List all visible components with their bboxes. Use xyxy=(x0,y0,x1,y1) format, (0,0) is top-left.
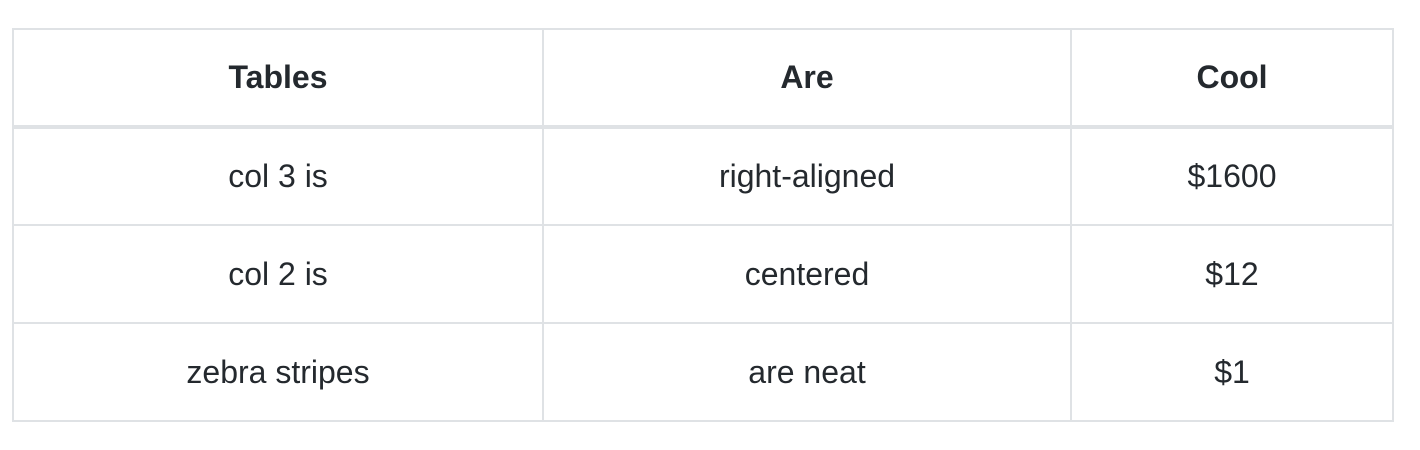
header-row: Tables Are Cool xyxy=(12,28,1394,129)
table-cell: $1 xyxy=(1070,322,1394,422)
table-cell: right-aligned xyxy=(542,126,1072,226)
markdown-table: Tables Are Cool col 3 is right-aligned $… xyxy=(12,28,1394,422)
table-row: col 3 is right-aligned $1600 xyxy=(12,126,1394,226)
table-cell: col 2 is xyxy=(12,224,544,324)
table-row: zebra stripes are neat $1 xyxy=(12,322,1394,422)
header-cell-tables: Tables xyxy=(12,28,544,129)
table-cell: col 3 is xyxy=(12,126,544,226)
header-cell-cool: Cool xyxy=(1070,28,1394,129)
table-cell: are neat xyxy=(542,322,1072,422)
table-body: col 3 is right-aligned $1600 col 2 is ce… xyxy=(12,126,1394,422)
header-cell-are: Are xyxy=(542,28,1072,129)
markdown-table-container: Tables Are Cool col 3 is right-aligned $… xyxy=(12,28,1394,422)
table-cell: $12 xyxy=(1070,224,1394,324)
table-header: Tables Are Cool xyxy=(12,28,1394,129)
table-cell: zebra stripes xyxy=(12,322,544,422)
table-row: col 2 is centered $12 xyxy=(12,224,1394,324)
table-cell: centered xyxy=(542,224,1072,324)
table-cell: $1600 xyxy=(1070,126,1394,226)
